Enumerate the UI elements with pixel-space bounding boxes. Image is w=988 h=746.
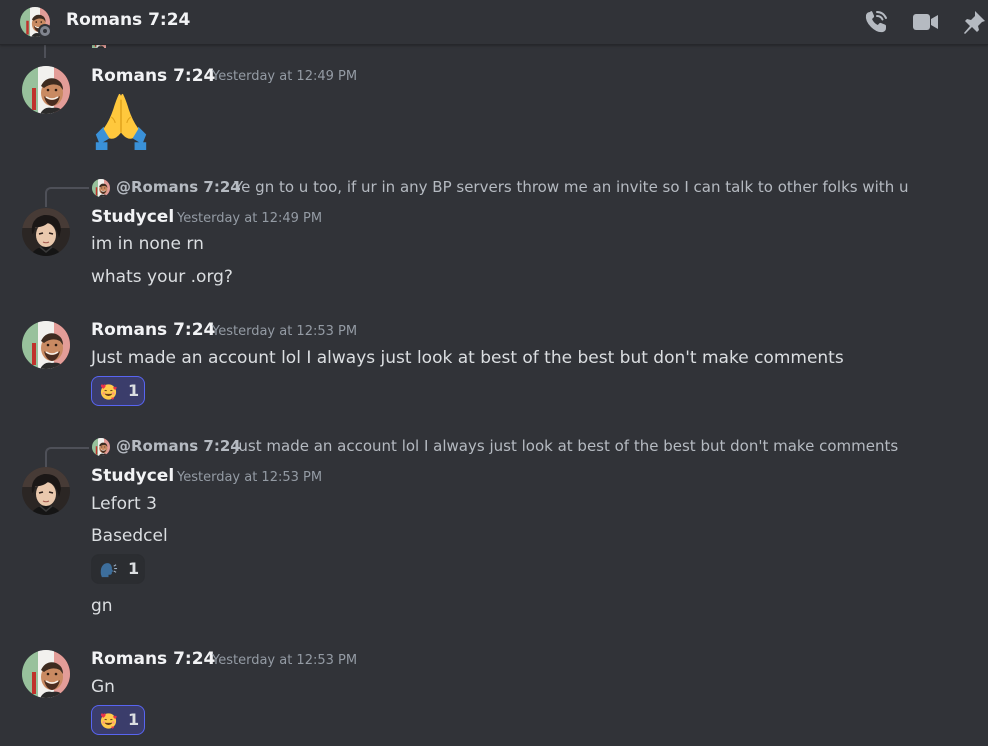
reaction-button[interactable]: 1 bbox=[91, 376, 145, 406]
reaction-button[interactable]: 1 bbox=[91, 554, 145, 584]
message-text: gn bbox=[91, 596, 113, 616]
reply-spine bbox=[44, 44, 46, 58]
reaction-count: 1 bbox=[128, 559, 140, 578]
username[interactable]: Studycel bbox=[91, 466, 174, 486]
reply-avatar bbox=[92, 179, 110, 197]
avatar[interactable] bbox=[22, 650, 70, 698]
phone-call-icon[interactable] bbox=[862, 9, 890, 35]
speaking-head-icon bbox=[99, 560, 118, 579]
channel-title[interactable]: Romans 7:24 bbox=[66, 10, 190, 30]
username[interactable]: Studycel bbox=[91, 207, 174, 227]
scrolled-reply-fragment bbox=[92, 44, 352, 54]
message-text: Basedcel bbox=[91, 526, 168, 546]
avatar[interactable] bbox=[22, 321, 70, 369]
reaction-count: 1 bbox=[128, 710, 140, 729]
message-text: im in none rn bbox=[91, 234, 204, 254]
dm-window: Romans 7:24 Romans 7:24 Yesterday at 12:… bbox=[0, 0, 988, 746]
smiling-face-with-hearts-icon bbox=[99, 711, 118, 730]
reaction-button[interactable]: 1 bbox=[91, 705, 145, 735]
message-text: whats your .org? bbox=[91, 267, 233, 287]
reply-mention[interactable]: @Romans 7:24 bbox=[116, 178, 241, 196]
avatar[interactable] bbox=[22, 467, 70, 515]
reply-text: Ye gn to u too, if ur in any BP servers … bbox=[234, 178, 909, 196]
avatar[interactable] bbox=[22, 66, 70, 114]
reply-mention[interactable]: @Romans 7:24 bbox=[116, 437, 241, 455]
timestamp[interactable]: Yesterday at 12:53 PM bbox=[212, 653, 357, 668]
username[interactable]: Romans 7:24 bbox=[91, 649, 215, 669]
folded-hands-emoji-icon bbox=[90, 88, 152, 150]
username[interactable]: Romans 7:24 bbox=[91, 320, 215, 340]
timestamp[interactable]: Yesterday at 12:53 PM bbox=[212, 324, 357, 339]
video-camera-icon[interactable] bbox=[911, 9, 939, 35]
message-text: Just made an account lol I always just l… bbox=[91, 348, 844, 368]
username[interactable]: Romans 7:24 bbox=[91, 66, 215, 86]
reply-spine bbox=[45, 447, 89, 467]
reply-spine bbox=[45, 187, 89, 207]
reply-text: Just made an account lol I always just l… bbox=[234, 437, 899, 455]
offline-status-icon bbox=[38, 24, 52, 38]
reply-avatar bbox=[92, 438, 110, 456]
timestamp[interactable]: Yesterday at 12:53 PM bbox=[177, 470, 322, 485]
smiling-face-with-hearts-icon bbox=[99, 382, 118, 401]
message-text: Gn bbox=[91, 677, 115, 697]
timestamp[interactable]: Yesterday at 12:49 PM bbox=[177, 211, 322, 226]
message-list[interactable]: Romans 7:24 Yesterday at 12:49 PM @Roman… bbox=[0, 44, 988, 746]
avatar[interactable] bbox=[22, 208, 70, 256]
reaction-count: 1 bbox=[128, 381, 140, 400]
timestamp[interactable]: Yesterday at 12:49 PM bbox=[212, 69, 357, 84]
message-text: Lefort 3 bbox=[91, 494, 157, 514]
channel-header: Romans 7:24 bbox=[0, 0, 988, 45]
pin-icon[interactable] bbox=[960, 9, 988, 35]
